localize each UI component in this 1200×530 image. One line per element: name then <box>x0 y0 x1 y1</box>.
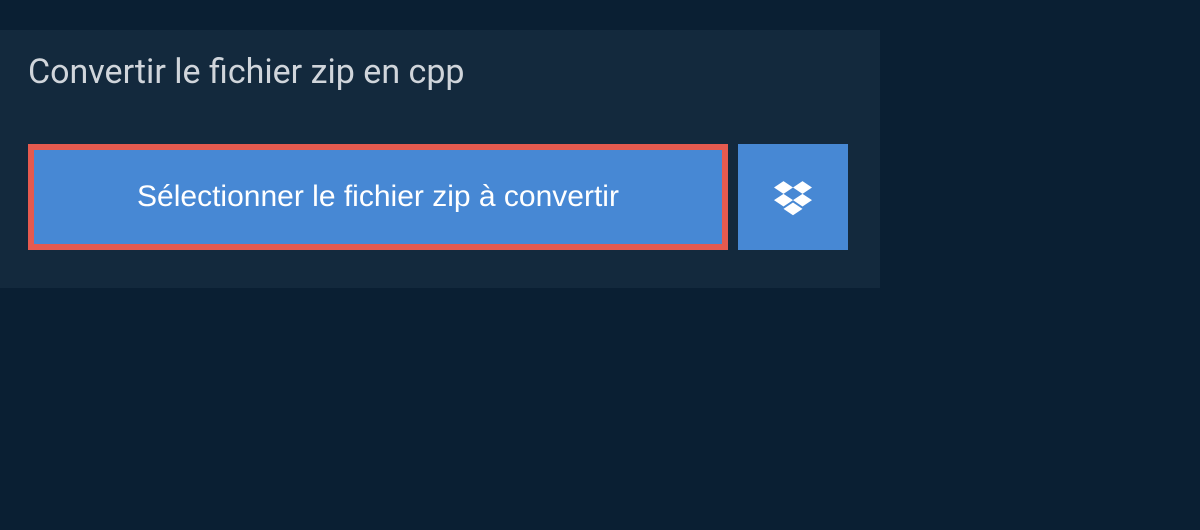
dropbox-button[interactable] <box>738 144 848 250</box>
button-area: Sélectionner le fichier zip à convertir <box>0 114 880 288</box>
title-bar: Convertir le fichier zip en cpp <box>0 30 590 114</box>
page-title: Convertir le fichier zip en cpp <box>28 52 562 92</box>
select-file-button[interactable]: Sélectionner le fichier zip à convertir <box>28 144 728 250</box>
dropbox-icon <box>774 178 812 216</box>
converter-panel: Convertir le fichier zip en cpp Sélectio… <box>0 30 880 288</box>
